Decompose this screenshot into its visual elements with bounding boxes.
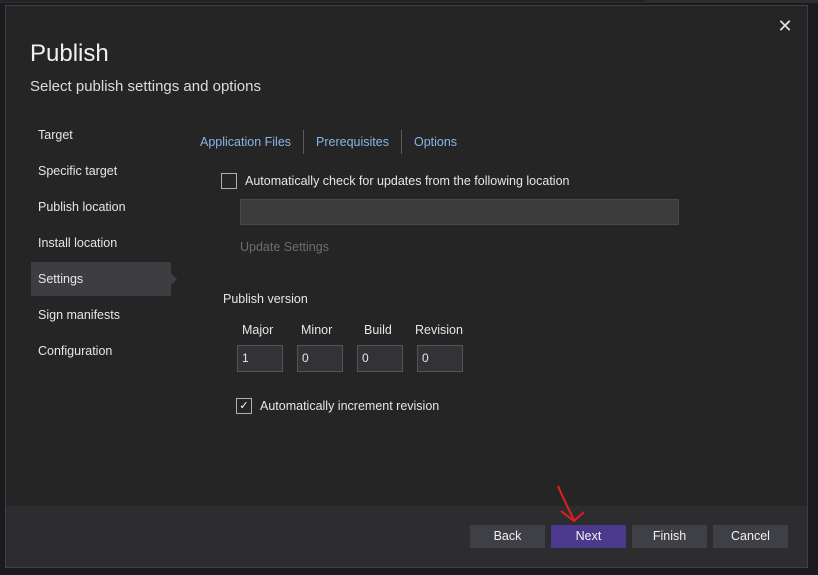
major-label: Major (242, 323, 274, 337)
sidebar-item-publish-location[interactable]: Publish location (31, 190, 171, 224)
sidebar-item-target[interactable]: Target (31, 118, 171, 152)
auto-increment-label: Automatically increment revision (260, 399, 440, 413)
back-button[interactable]: Back (470, 525, 545, 548)
cancel-button[interactable]: Cancel (713, 525, 788, 548)
sidebar-item-sign-manifests[interactable]: Sign manifests (31, 298, 171, 332)
major-input[interactable]: 1 (237, 345, 283, 372)
wizard-sidebar: Target Specific target Publish location … (31, 118, 177, 370)
build-label: Build (364, 323, 392, 337)
minor-input[interactable]: 0 (297, 345, 343, 372)
auto-update-checkbox[interactable] (221, 173, 237, 189)
update-location-input[interactable] (240, 199, 679, 225)
next-button[interactable]: Next (551, 525, 626, 548)
settings-tabs: Application Files Prerequisites Options (200, 129, 469, 155)
auto-update-row: Automatically check for updates from the… (221, 173, 569, 189)
auto-increment-row: ✓ Automatically increment revision (236, 398, 439, 414)
revision-label: Revision (415, 323, 463, 337)
dialog-subtitle: Select publish settings and options (30, 78, 261, 95)
publish-version-label: Publish version (223, 292, 308, 306)
close-icon[interactable]: ✕ (775, 16, 795, 36)
tab-prerequisites[interactable]: Prerequisites (304, 129, 401, 155)
dialog-title: Publish (30, 40, 109, 67)
background-strip (0, 0, 818, 3)
sidebar-item-configuration[interactable]: Configuration (31, 334, 171, 368)
build-input[interactable]: 0 (357, 345, 403, 372)
minor-label: Minor (301, 323, 333, 337)
auto-update-label: Automatically check for updates from the… (245, 174, 570, 188)
revision-input[interactable]: 0 (417, 345, 463, 372)
update-settings-button[interactable]: Update Settings (240, 240, 329, 254)
publish-dialog: ✕ Publish Select publish settings and op… (5, 5, 808, 568)
auto-increment-checkbox[interactable]: ✓ (236, 398, 252, 414)
tab-options[interactable]: Options (402, 129, 469, 155)
dialog-footer: Back Next Finish Cancel (6, 506, 807, 567)
finish-button[interactable]: Finish (632, 525, 707, 548)
sidebar-item-settings[interactable]: Settings (31, 262, 177, 296)
sidebar-item-specific-target[interactable]: Specific target (31, 154, 171, 188)
sidebar-item-install-location[interactable]: Install location (31, 226, 171, 260)
tab-application-files[interactable]: Application Files (200, 129, 303, 155)
